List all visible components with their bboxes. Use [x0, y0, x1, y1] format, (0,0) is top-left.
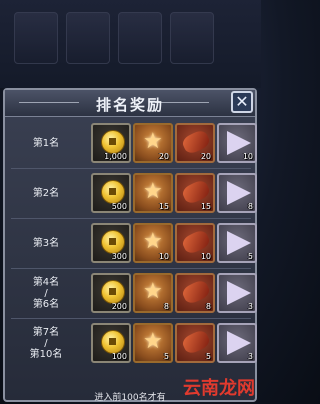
title-bar: 排名奖励 ✕ [5, 90, 255, 117]
background-tile [66, 12, 110, 64]
reward-qty: 15 [158, 202, 169, 211]
watermark: 云南龙网 [183, 378, 255, 399]
arrow-reward-slot[interactable]: 10 [217, 123, 257, 163]
coin-icon [101, 280, 125, 304]
reward-qty: 5 [163, 352, 169, 361]
background-tile [118, 12, 162, 64]
reward-row: 第3名 300 ★ 10 10 5 [11, 220, 257, 266]
coin-icon [101, 130, 125, 154]
star-icon: ★ [143, 179, 163, 204]
arrow-reward-slot[interactable]: 5 [217, 223, 257, 263]
reward-row: 第4名 / 第6名 200 ★ 8 8 3 [11, 270, 257, 316]
reward-qty: 3 [247, 302, 253, 311]
star-reward-slot[interactable]: ★ 5 [133, 323, 173, 363]
coin-reward-slot[interactable]: 200 [91, 273, 131, 313]
arrow-reward-slot[interactable]: 3 [217, 273, 257, 313]
star-reward-slot[interactable]: ★ 8 [133, 273, 173, 313]
rank-label: 第3名 [32, 237, 60, 249]
reward-qty: 8 [163, 302, 169, 311]
star-icon: ★ [143, 279, 163, 304]
reward-qty: 100 [111, 352, 127, 361]
coin-reward-slot[interactable]: 500 [91, 173, 131, 213]
rank-label: 第7名 / 第10名 [29, 326, 63, 360]
reward-qty: 500 [111, 202, 127, 211]
close-button[interactable]: ✕ [231, 91, 253, 113]
rank-label: 第2名 [32, 187, 60, 199]
reward-qty: 1,000 [104, 152, 127, 161]
star-icon: ★ [143, 129, 163, 154]
meat-reward-slot[interactable]: 5 [175, 323, 215, 363]
reward-qty: 200 [111, 302, 127, 311]
row-divider [11, 268, 251, 269]
meat-reward-slot[interactable]: 15 [175, 173, 215, 213]
reward-row: 第2名 500 ★ 15 15 8 [11, 170, 257, 216]
star-reward-slot[interactable]: ★ 15 [133, 173, 173, 213]
reward-qty: 10 [242, 152, 253, 161]
reward-qty: 20 [158, 152, 169, 161]
background-tile [14, 12, 58, 64]
panel-title: 排名奖励 [95, 96, 164, 114]
arrow-reward-slot[interactable]: 3 [217, 323, 257, 363]
reward-qty: 5 [205, 352, 211, 361]
star-icon: ★ [143, 229, 163, 254]
rank-label: 第4名 / 第6名 [32, 276, 60, 310]
background-tile [170, 12, 214, 64]
star-icon: ★ [143, 329, 163, 354]
coin-reward-slot[interactable]: 100 [91, 323, 131, 363]
reward-qty: 8 [205, 302, 211, 311]
rank-label: 第1名 [32, 137, 60, 149]
reward-qty: 300 [111, 252, 127, 261]
row-divider [11, 318, 251, 319]
meat-reward-slot[interactable]: 8 [175, 273, 215, 313]
reward-qty: 8 [247, 202, 253, 211]
coin-icon [101, 180, 125, 204]
row-divider [11, 168, 251, 169]
star-reward-slot[interactable]: ★ 10 [133, 223, 173, 263]
reward-qty: 10 [158, 252, 169, 261]
reward-qty: 15 [200, 202, 211, 211]
meat-reward-slot[interactable]: 10 [175, 223, 215, 263]
coin-reward-slot[interactable]: 300 [91, 223, 131, 263]
star-reward-slot[interactable]: ★ 20 [133, 123, 173, 163]
row-divider [11, 218, 251, 219]
coin-icon [101, 330, 125, 354]
coin-icon [101, 230, 125, 254]
arrow-reward-slot[interactable]: 8 [217, 173, 257, 213]
reward-qty: 20 [200, 152, 211, 161]
reward-qty: 5 [247, 252, 253, 261]
coin-reward-slot[interactable]: 1,000 [91, 123, 131, 163]
rank-reward-panel: 排名奖励 ✕ 第1名 1,000 ★ 20 20 10 第2名 500 ★ 15… [3, 88, 257, 403]
reward-qty: 10 [200, 252, 211, 261]
reward-qty: 3 [247, 352, 253, 361]
reward-row: 第7名 / 第10名 100 ★ 5 5 3 [11, 320, 257, 366]
reward-row: 第1名 1,000 ★ 20 20 10 [11, 120, 257, 166]
meat-reward-slot[interactable]: 20 [175, 123, 215, 163]
